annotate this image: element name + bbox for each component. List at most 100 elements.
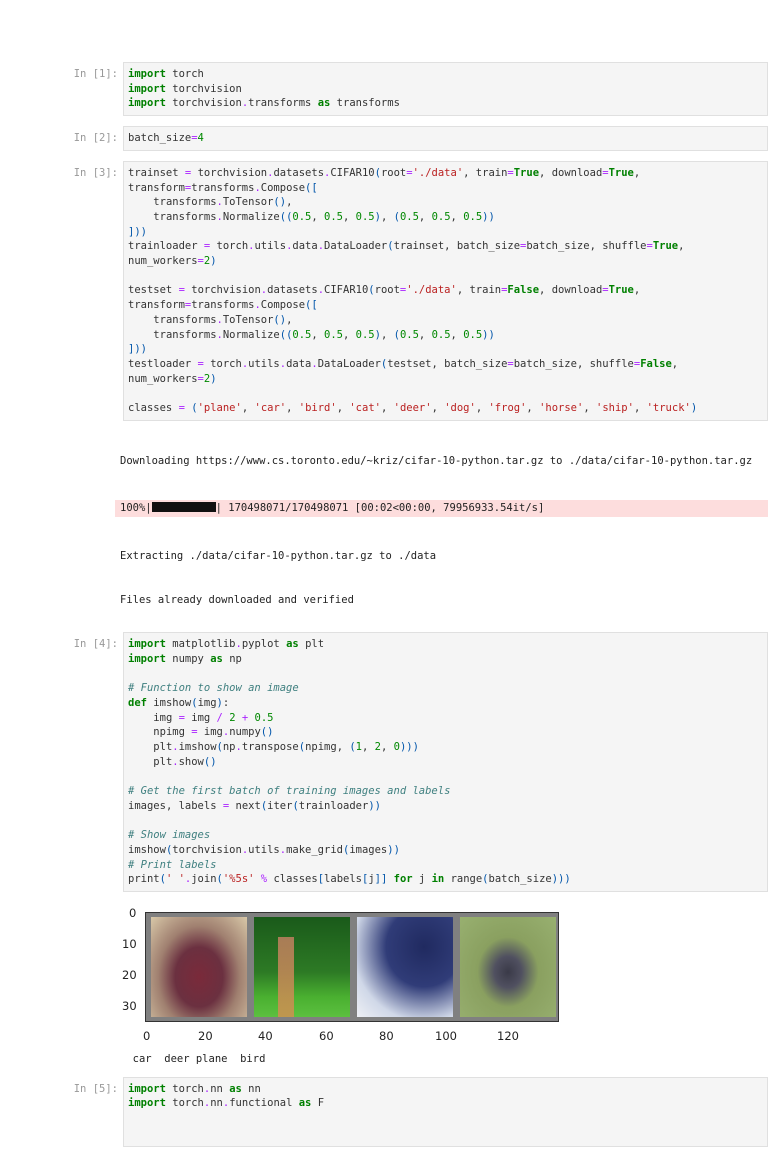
code-line: testset = torchvision.datasets.CIFAR10(r… xyxy=(128,283,763,312)
code-input[interactable]: import torch.nn as nn import torch.nn.fun… xyxy=(123,1076,768,1147)
cell-prompt: In [1]: xyxy=(73,68,118,80)
code-token: download xyxy=(551,284,603,297)
code-token: img xyxy=(191,711,211,724)
y-tick-label: 10 xyxy=(122,937,137,952)
code-line: import torchvision xyxy=(128,82,763,97)
code-token: imshow xyxy=(153,696,192,709)
code-token: ) xyxy=(140,343,147,356)
code-token: imshow xyxy=(178,741,217,754)
code-token: def xyxy=(128,696,147,709)
code-token: iter xyxy=(267,799,293,812)
code-line: # Get the first batch of training images… xyxy=(128,784,763,799)
code-token: 0.5 xyxy=(324,210,343,223)
code-token: img xyxy=(203,726,223,739)
code-input[interactable]: import matplotlib.pyplot as plt import nu… xyxy=(123,632,768,893)
code-token: torch xyxy=(172,1097,204,1110)
output-progress: 100%| | 170498071/170498071 [00:02<00:00,… xyxy=(115,500,768,518)
code-token: testloader xyxy=(128,357,192,370)
code-token: train xyxy=(469,284,502,297)
code-token: transforms xyxy=(191,181,255,194)
code-token: shuffle xyxy=(602,240,647,253)
code-token: functional xyxy=(229,1097,293,1110)
code-token: 0.5 xyxy=(399,328,419,341)
code-token: torch xyxy=(210,357,242,370)
cell-prompt: In [2]: xyxy=(73,132,118,145)
cell-4: In [4]: import matplotlib.pyplot as plt i… xyxy=(0,632,768,893)
code-token: './data' xyxy=(412,166,464,179)
cell-prompt: In [5]: xyxy=(73,1082,118,1095)
code-token: # Function to show an image xyxy=(128,682,299,695)
y-tick-label: 20 xyxy=(122,968,137,983)
cell-2: In [2]: batch_size=4 xyxy=(0,126,768,151)
code-token: batch_size xyxy=(526,240,590,253)
code-token: 'dog' xyxy=(444,402,476,415)
code-line: # Show images xyxy=(128,828,763,843)
code-token: import xyxy=(128,1097,166,1110)
code-token: 'truck' xyxy=(646,402,691,415)
code-token: torch xyxy=(172,68,204,80)
code-token: num_workers xyxy=(128,372,198,385)
output-extracting: Extracting ./data/cifar-10-python.tar.gz… xyxy=(120,549,437,562)
code-token: 'horse' xyxy=(539,402,584,415)
cell-1: In [1]: import torch import torchvision im… xyxy=(0,62,768,117)
printed-labels: car deer plane bird xyxy=(120,1053,266,1066)
code-token: ) xyxy=(488,328,495,341)
code-token: 0.5 xyxy=(399,210,419,223)
code-token: testset xyxy=(128,284,173,297)
code-line: npimg = img.numpy() xyxy=(128,725,763,740)
code-token: 'car' xyxy=(254,402,287,415)
code-input[interactable]: batch_size=4 xyxy=(123,126,768,151)
x-tick-label: 60 xyxy=(319,1029,334,1044)
code-token: trainloader xyxy=(298,799,369,812)
x-tick-label: 20 xyxy=(198,1029,213,1044)
code-token: True xyxy=(608,166,634,179)
code-token: False xyxy=(640,357,672,370)
code-token: [ xyxy=(311,181,318,194)
code-token: transforms xyxy=(153,196,217,209)
code-token: numpy xyxy=(172,652,204,665)
code-token: True xyxy=(608,284,634,297)
code-token: testset xyxy=(387,357,432,370)
code-line: plt.show() xyxy=(128,755,763,770)
thumbnail-car xyxy=(151,917,247,1018)
x-tick-label: 40 xyxy=(258,1029,273,1044)
code-token: transform xyxy=(128,181,185,194)
code-input[interactable]: trainset = torchvision.datasets.CIFAR10(… xyxy=(123,160,768,421)
code-token: 'ship' xyxy=(596,402,634,415)
code-token: data xyxy=(292,240,318,253)
image-grid-plot: 0 10 20 30 0 20 40 60 80 100 120 xyxy=(100,902,570,1052)
code-input[interactable]: import torch import torchvision import tor… xyxy=(123,62,768,117)
code-token: for xyxy=(393,873,413,886)
code-token: np xyxy=(229,652,242,665)
code-token: 0.5 xyxy=(431,210,451,223)
code-token: datasets xyxy=(273,166,325,179)
code-token: matplotlib xyxy=(172,638,236,651)
code-token: False xyxy=(507,284,540,297)
code-token: transforms xyxy=(336,97,400,110)
code-token: 0.5 xyxy=(355,328,375,341)
code-token: torchvision xyxy=(172,843,242,856)
code-token: ) xyxy=(267,726,274,739)
code-token: import xyxy=(128,652,166,665)
code-token: labels xyxy=(324,873,362,886)
code-line: # Print labels xyxy=(128,858,763,873)
code-line: testloader = torch.utils.data.DataLoader… xyxy=(128,357,763,386)
code-token: trainset xyxy=(393,240,445,253)
code-token: transforms xyxy=(248,97,312,110)
code-line: images, labels = next(iter(trainloader)) xyxy=(128,799,763,814)
code-token: 4 xyxy=(197,132,204,145)
code-token: npimg xyxy=(153,726,185,739)
thumbnail-plane xyxy=(357,917,453,1018)
code-token: as xyxy=(298,1097,312,1110)
code-token: CIFAR10 xyxy=(324,284,369,297)
code-token: torch xyxy=(172,1082,204,1095)
code-line: ])) xyxy=(128,342,763,357)
code-token: 0.5 xyxy=(292,328,312,341)
code-token: as xyxy=(286,638,299,651)
